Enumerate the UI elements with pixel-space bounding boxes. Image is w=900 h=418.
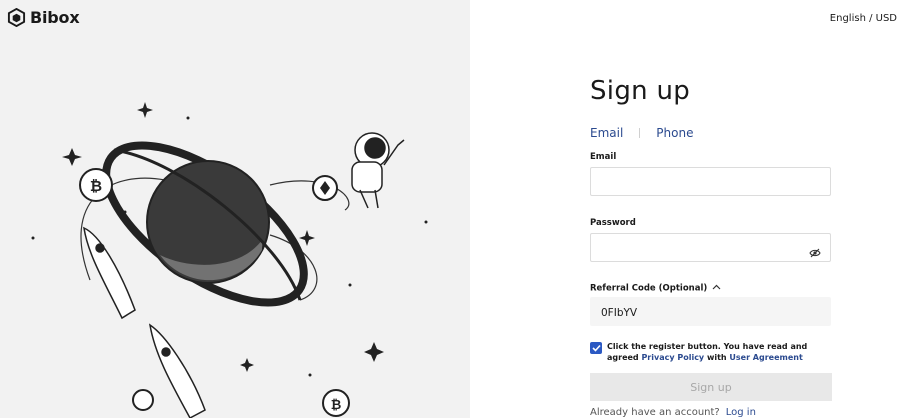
- page-title: Sign up: [590, 76, 691, 106]
- password-field[interactable]: [590, 233, 831, 262]
- referral-code-label-text: Referral Code (Optional): [590, 283, 708, 294]
- eye-hidden-icon[interactable]: [809, 243, 821, 262]
- password-label: Password: [590, 218, 636, 228]
- agreement-checkbox[interactable]: [590, 342, 602, 354]
- referral-code-label[interactable]: Referral Code (Optional): [590, 283, 721, 294]
- svg-text:₿: ₿: [331, 398, 342, 413]
- login-question: Already have an account?: [590, 407, 720, 418]
- astronaut-icon: [351, 132, 405, 209]
- email-label: Email: [590, 152, 617, 162]
- signup-button[interactable]: Sign up: [590, 373, 832, 401]
- referral-code-field[interactable]: 0FIbYV: [590, 297, 831, 326]
- login-link[interactable]: Log in: [726, 407, 756, 418]
- tab-email[interactable]: Email: [590, 126, 623, 140]
- referral-code-value: 0FIbYV: [601, 307, 638, 319]
- agreement-text: Click the register button. You have read…: [607, 341, 833, 363]
- svg-text:₿: ₿: [90, 177, 102, 195]
- chevron-up-icon[interactable]: [712, 283, 721, 293]
- tab-phone[interactable]: Phone: [656, 126, 693, 140]
- login-prompt: Already have an account? Log in: [590, 407, 756, 418]
- language-currency-selector[interactable]: English / USD: [830, 13, 897, 24]
- agreement-row: Click the register button. You have read…: [590, 341, 833, 363]
- user-agreement-link[interactable]: User Agreement: [729, 353, 802, 362]
- space-illustration: ₿ ₿: [31, 102, 428, 418]
- agreement-text-middle: with: [704, 353, 730, 362]
- signup-method-tabs: Email Phone: [590, 126, 693, 140]
- checkmark-icon: [591, 344, 601, 352]
- privacy-policy-link[interactable]: Privacy Policy: [641, 353, 704, 362]
- email-field[interactable]: [590, 167, 831, 196]
- tab-divider: [639, 128, 641, 138]
- illustration-panel: Bibox ₿ ₿: [0, 0, 470, 418]
